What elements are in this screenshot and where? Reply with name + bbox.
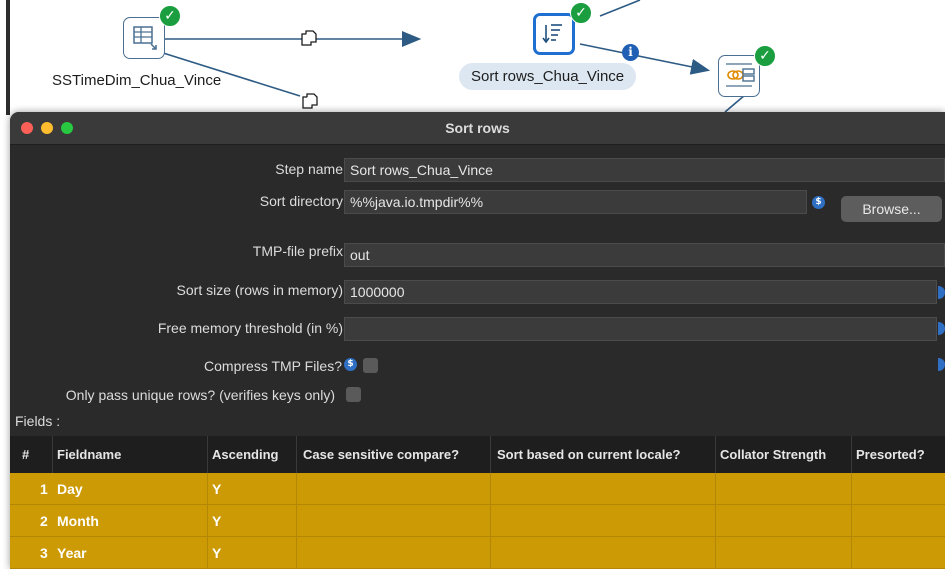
column-header-presorted[interactable]: Presorted? <box>856 436 925 473</box>
step-label-table-input[interactable]: SSTimeDim_Chua_Vince <box>52 72 221 89</box>
step-label-sort-rows[interactable]: Sort rows_Chua_Vince <box>459 63 637 90</box>
compress-tmp-label: Compress TMP Files? <box>204 358 342 374</box>
variable-icon[interactable]: $ <box>344 358 357 371</box>
step-table-input[interactable] <box>123 17 165 59</box>
hop-sort-upper[interactable] <box>599 0 641 17</box>
column-separator <box>296 436 297 473</box>
fieldname-cell[interactable]: Day <box>57 473 83 505</box>
compress-tmp-checkbox[interactable] <box>363 358 378 373</box>
variable-icon[interactable] <box>938 322 945 335</box>
column-separator <box>715 473 716 569</box>
merge-join-icon <box>726 63 755 87</box>
fields-table-body: 1 Day Y 2 Month Y 3 Year Y <box>10 473 945 569</box>
column-header-fieldname[interactable]: Fieldname <box>57 436 121 473</box>
free-memory-label: Free memory threshold (in %) <box>157 320 343 336</box>
table-row[interactable]: 1 Day Y <box>10 473 945 505</box>
sort-directory-input[interactable]: %%java.io.tmpdir%% <box>344 190 807 214</box>
copy-rows-icon <box>302 93 318 109</box>
variable-icon[interactable] <box>938 286 945 299</box>
column-separator <box>296 473 297 569</box>
ascending-cell[interactable]: Y <box>212 473 221 505</box>
info-badge-icon[interactable]: i <box>622 44 639 61</box>
step-name-label: Step name <box>275 161 343 177</box>
browse-button[interactable]: Browse... <box>841 196 942 222</box>
table-row[interactable]: 2 Month Y <box>10 505 945 537</box>
sort-rows-icon <box>542 24 562 44</box>
step-merge-join[interactable] <box>718 55 760 97</box>
unique-rows-label: Only pass unique rows? (verifies keys on… <box>65 387 335 403</box>
step-ok-check-icon: ✓ <box>159 5 181 27</box>
step-sort-rows[interactable] <box>533 13 575 55</box>
tmp-prefix-input[interactable]: out <box>344 243 945 267</box>
table-row[interactable]: 3 Year Y <box>10 537 945 569</box>
column-separator <box>490 473 491 569</box>
step-name-input[interactable]: Sort rows_Chua_Vince <box>344 158 945 182</box>
free-memory-input[interactable] <box>344 317 937 341</box>
column-separator <box>851 436 852 473</box>
column-separator <box>715 436 716 473</box>
step-ok-check-icon: ✓ <box>754 45 776 67</box>
variable-icon[interactable] <box>938 358 945 371</box>
column-separator <box>52 436 53 473</box>
copy-rows-icon <box>301 30 317 46</box>
column-header-number[interactable]: # <box>22 436 29 473</box>
variable-icon[interactable]: $ <box>812 196 825 209</box>
fields-table-header: # Fieldname Ascending Case sensitive com… <box>10 436 945 473</box>
row-number: 3 <box>40 545 48 561</box>
column-separator <box>207 436 208 473</box>
ascending-cell[interactable]: Y <box>212 505 221 537</box>
row-number: 1 <box>40 481 48 497</box>
column-header-collator-strength[interactable]: Collator Strength <box>720 436 826 473</box>
unique-rows-checkbox[interactable] <box>346 387 361 402</box>
column-header-ascending[interactable]: Ascending <box>212 436 278 473</box>
fieldname-cell[interactable]: Month <box>57 505 99 537</box>
fields-label: Fields : <box>15 413 61 429</box>
transformation-canvas[interactable]: ✓ SSTimeDim_Chua_Vince ✓ i Sort rows_Chu… <box>0 0 945 115</box>
sort-size-input[interactable]: 1000000 <box>344 280 937 304</box>
column-header-locale[interactable]: Sort based on current locale? <box>497 436 681 473</box>
step-ok-check-icon: ✓ <box>570 2 592 24</box>
tmp-prefix-label: TMP-file prefix <box>252 243 343 259</box>
column-header-case-sensitive[interactable]: Case sensitive compare? <box>303 436 459 473</box>
sort-rows-dialog: Sort rows Step name Sort rows_Chua_Vince… <box>10 112 945 569</box>
ascending-cell[interactable]: Y <box>212 537 221 569</box>
fieldname-cell[interactable]: Year <box>57 537 87 569</box>
column-separator <box>490 436 491 473</box>
sort-directory-label: Sort directory <box>259 193 343 209</box>
table-input-icon <box>133 26 157 50</box>
sort-size-label: Sort size (rows in memory) <box>176 282 343 298</box>
dialog-titlebar[interactable]: Sort rows <box>10 112 945 145</box>
column-separator <box>851 473 852 569</box>
row-number: 2 <box>40 513 48 529</box>
dialog-title: Sort rows <box>445 120 510 136</box>
column-separator <box>207 473 208 569</box>
